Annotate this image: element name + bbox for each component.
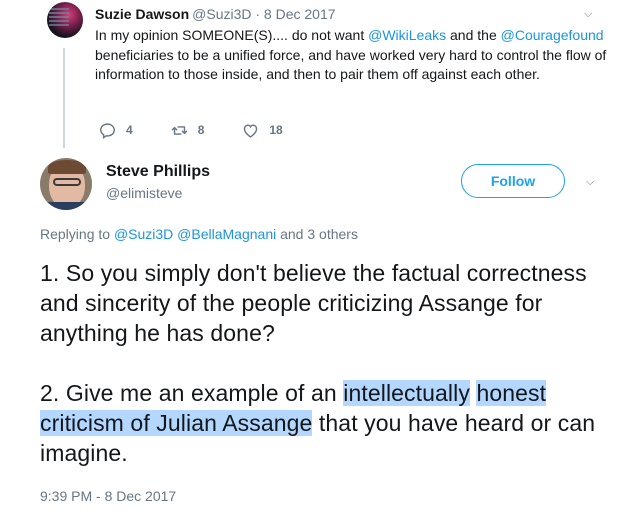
- mention-link[interactable]: @BellaMagnani: [177, 226, 276, 242]
- tweet-actions: 4 8 18: [99, 120, 321, 140]
- parent-tweet-header: Suzie Dawson @Suzi3D · 8 Dec 2017: [95, 6, 336, 22]
- mention-link[interactable]: @Suzi3D: [114, 226, 173, 242]
- author-handle-date[interactable]: @Suzi3D · 8 Dec 2017: [192, 6, 335, 22]
- tweet-text: In my opinion SOMEONE(S).... do not want…: [95, 27, 607, 82]
- author-name[interactable]: Steve Phillips: [106, 163, 210, 181]
- like-count: 18: [269, 123, 283, 137]
- replying-to: Replying to @Suzi3D @BellaMagnani and 3 …: [40, 226, 358, 242]
- mention-link[interactable]: @Couragefound: [501, 27, 604, 43]
- like-button[interactable]: 18: [242, 122, 283, 139]
- retweet-count: 8: [197, 123, 205, 137]
- mention-link[interactable]: @WikiLeaks: [368, 27, 446, 43]
- tweet-text: 1. So you simply don't believe the factu…: [40, 258, 615, 468]
- author-name[interactable]: Suzie Dawson: [95, 6, 189, 22]
- tweet-timestamp[interactable]: 9:39 PM - 8 Dec 2017: [40, 488, 176, 504]
- follow-button[interactable]: Follow: [461, 164, 565, 198]
- chevron-down-icon[interactable]: ⌵: [584, 8, 592, 21]
- avatar[interactable]: [40, 158, 92, 210]
- reply-count: 4: [126, 123, 133, 137]
- tweet-paragraph-1: 1. So you simply don't believe the factu…: [40, 260, 587, 346]
- selected-text: intellectually: [343, 380, 470, 406]
- author-handle[interactable]: @elimisteve: [106, 185, 182, 201]
- tweet-paragraph-2: 2. Give me an example of an intellectual…: [40, 380, 596, 466]
- heart-icon: [244, 123, 258, 138]
- parent-tweet[interactable]: Suzie Dawson @Suzi3D · 8 Dec 2017 ⌵ In my…: [32, 0, 630, 148]
- reply-button[interactable]: 4: [99, 122, 133, 139]
- avatar[interactable]: [47, 2, 83, 38]
- chevron-down-icon[interactable]: ⌵: [586, 176, 594, 189]
- retweet-button[interactable]: 8: [171, 122, 205, 139]
- retweet-icon: [171, 125, 187, 135]
- reply-icon: [100, 122, 115, 139]
